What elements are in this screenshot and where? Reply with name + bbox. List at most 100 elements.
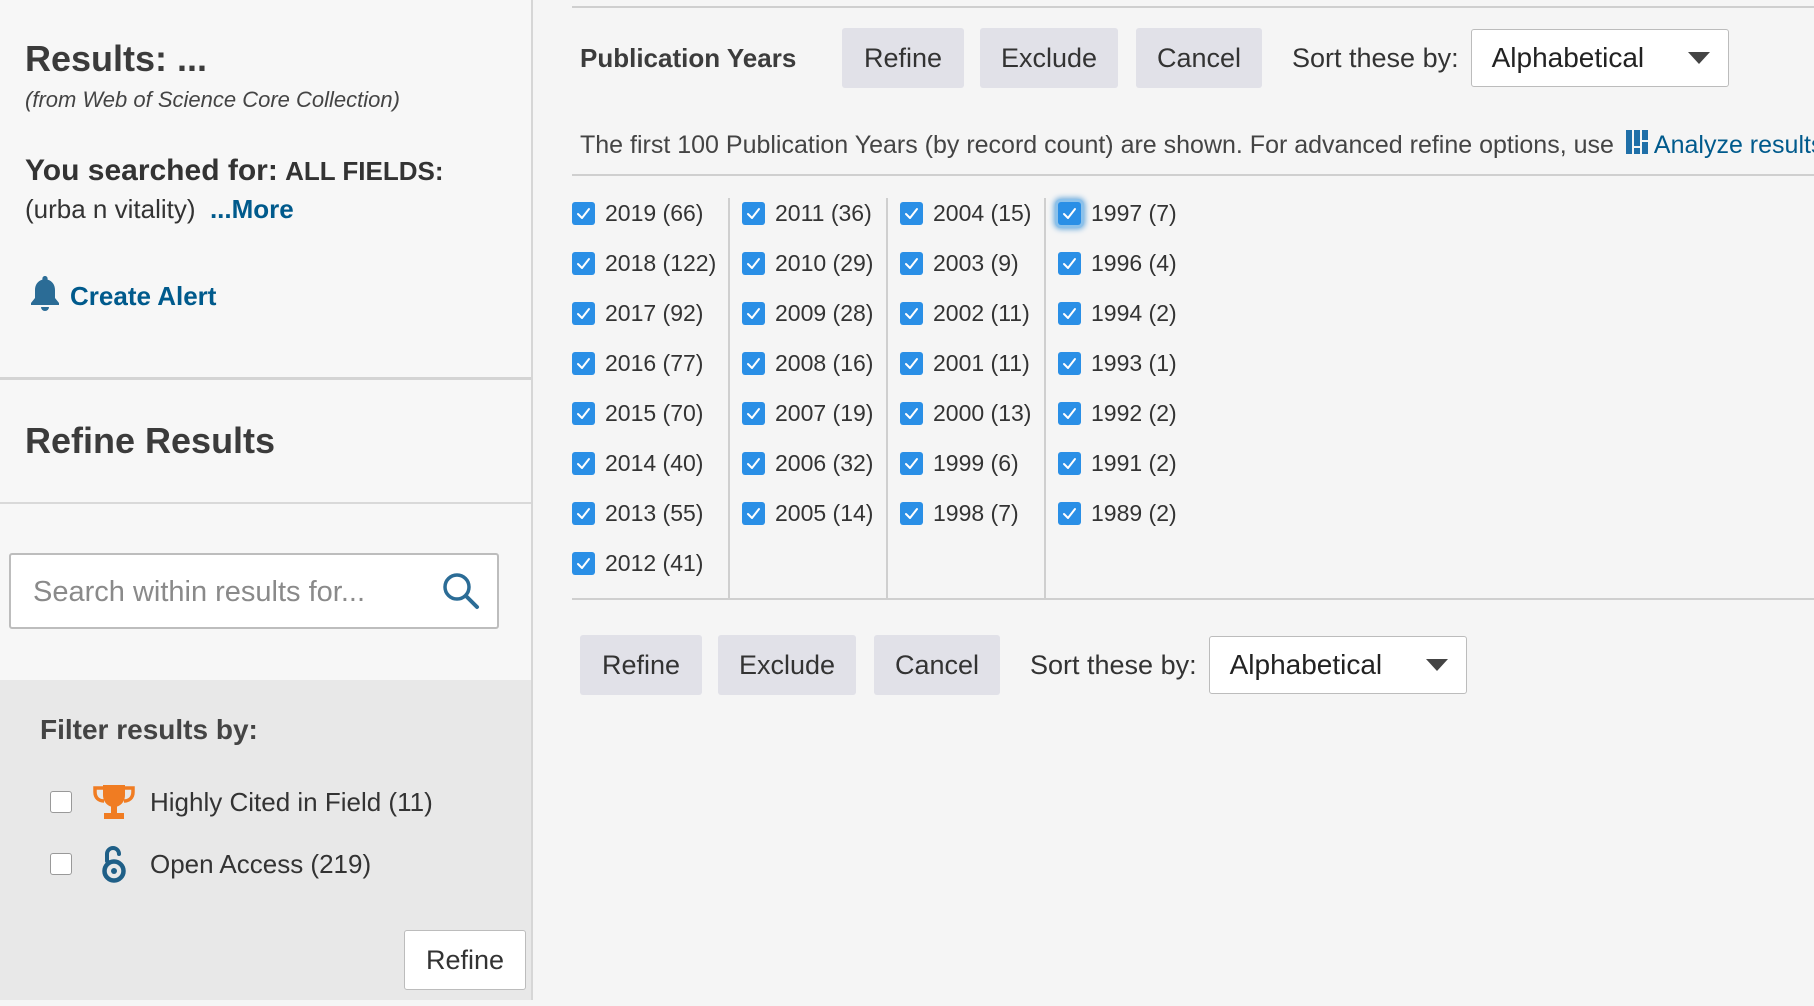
year-checkbox[interactable]	[900, 452, 923, 475]
bell-icon	[28, 274, 62, 319]
year-option[interactable]: 2011 (36)	[742, 200, 872, 227]
year-checkbox[interactable]	[1058, 402, 1081, 425]
year-checkbox[interactable]	[900, 252, 923, 275]
column-separator	[1044, 198, 1046, 598]
check-icon	[1063, 208, 1076, 219]
check-icon	[905, 458, 918, 469]
cancel-button[interactable]: Cancel	[874, 635, 1000, 695]
year-checkbox[interactable]	[742, 402, 765, 425]
year-option[interactable]: 2001 (11)	[900, 350, 1030, 377]
exclude-button[interactable]: Exclude	[718, 635, 856, 695]
year-option[interactable]: 2000 (13)	[900, 400, 1031, 427]
year-checkbox[interactable]	[572, 402, 595, 425]
year-checkbox[interactable]	[572, 552, 595, 575]
year-option[interactable]: 1999 (6)	[900, 450, 1019, 477]
refine-button[interactable]: Refine	[842, 28, 964, 88]
year-checkbox[interactable]	[1058, 302, 1081, 325]
year-option[interactable]: 1998 (7)	[900, 500, 1019, 527]
year-option[interactable]: 2019 (66)	[572, 200, 703, 227]
check-icon	[747, 258, 760, 269]
year-checkbox[interactable]	[900, 352, 923, 375]
sort-select[interactable]: Alphabetical	[1208, 636, 1467, 694]
year-option[interactable]: 2013 (55)	[572, 500, 703, 527]
sidebar-refine-button[interactable]: Refine	[404, 930, 526, 990]
year-checkbox[interactable]	[742, 302, 765, 325]
year-checkbox[interactable]	[900, 502, 923, 525]
year-option[interactable]: 1992 (2)	[1058, 400, 1177, 427]
year-checkbox[interactable]	[1058, 452, 1081, 475]
year-label: 2005 (14)	[775, 500, 874, 526]
year-option[interactable]: 1993 (1)	[1058, 350, 1177, 377]
year-checkbox[interactable]	[742, 202, 765, 225]
refine-button[interactable]: Refine	[580, 635, 702, 695]
year-checkbox[interactable]	[900, 302, 923, 325]
year-checkbox[interactable]	[1058, 252, 1081, 275]
search-icon[interactable]	[441, 571, 481, 616]
year-label: 2019 (66)	[605, 200, 704, 226]
year-checkbox[interactable]	[572, 252, 595, 275]
check-icon	[905, 258, 918, 269]
year-option[interactable]: 2012 (41)	[572, 550, 703, 577]
check-icon	[577, 258, 590, 269]
year-checkbox[interactable]	[572, 452, 595, 475]
year-option[interactable]: 2005 (14)	[742, 500, 873, 527]
year-checkbox[interactable]	[1058, 202, 1081, 225]
year-checkbox[interactable]	[900, 202, 923, 225]
year-label: 2002 (11)	[933, 300, 1030, 326]
filter-open-access[interactable]: Open Access (219)	[50, 844, 371, 884]
year-checkbox[interactable]	[742, 452, 765, 475]
year-checkbox[interactable]	[742, 252, 765, 275]
year-checkbox[interactable]	[572, 352, 595, 375]
create-alert-label: Create Alert	[70, 281, 217, 311]
year-option[interactable]: 1994 (2)	[1058, 300, 1177, 327]
year-checkbox[interactable]	[572, 302, 595, 325]
divider	[572, 6, 1814, 8]
year-option[interactable]: 2006 (32)	[742, 450, 873, 477]
year-label: 2012 (41)	[605, 550, 704, 576]
year-option[interactable]: 2004 (15)	[900, 200, 1031, 227]
year-label: 2011 (36)	[775, 200, 872, 226]
year-option[interactable]: 2007 (19)	[742, 400, 873, 427]
year-checkbox[interactable]	[742, 352, 765, 375]
check-icon	[577, 508, 590, 519]
more-link[interactable]: ...More	[210, 194, 294, 224]
year-option[interactable]: 2008 (16)	[742, 350, 873, 377]
open-access-icon	[90, 844, 138, 884]
year-checkbox[interactable]	[900, 402, 923, 425]
year-option[interactable]: 2015 (70)	[572, 400, 703, 427]
year-checkbox[interactable]	[1058, 352, 1081, 375]
year-option[interactable]: 2017 (92)	[572, 300, 703, 327]
year-option[interactable]: 1991 (2)	[1058, 450, 1177, 477]
year-option[interactable]: 1996 (4)	[1058, 250, 1177, 277]
year-label: 2001 (11)	[933, 350, 1030, 376]
year-label: 2018 (122)	[605, 250, 717, 276]
year-option[interactable]: 2003 (9)	[900, 250, 1019, 277]
year-option[interactable]: 1997 (7)	[1058, 200, 1177, 227]
open-access-checkbox[interactable]	[50, 853, 72, 875]
create-alert-link[interactable]: Create Alert	[28, 274, 216, 319]
filter-highly-cited[interactable]: Highly Cited in Field (11)	[50, 782, 433, 822]
year-option[interactable]: 2010 (29)	[742, 250, 873, 277]
cancel-button[interactable]: Cancel	[1136, 28, 1262, 88]
divider	[572, 174, 1814, 176]
year-option[interactable]: 1989 (2)	[1058, 500, 1177, 527]
year-checkbox[interactable]	[742, 502, 765, 525]
check-icon	[1063, 308, 1076, 319]
divider	[572, 598, 1814, 600]
year-checkbox[interactable]	[1058, 502, 1081, 525]
highly-cited-checkbox[interactable]	[50, 791, 72, 813]
exclude-button[interactable]: Exclude	[980, 28, 1118, 88]
year-option[interactable]: 2002 (11)	[900, 300, 1030, 327]
search-within-input[interactable]	[31, 571, 435, 613]
year-option[interactable]: 2016 (77)	[572, 350, 703, 377]
year-label: 1989 (2)	[1091, 500, 1177, 526]
year-label: 2006 (32)	[775, 450, 874, 476]
year-label: 1993 (1)	[1091, 350, 1177, 376]
year-option[interactable]: 2009 (28)	[742, 300, 873, 327]
year-option[interactable]: 2018 (122)	[572, 250, 716, 277]
sort-select[interactable]: Alphabetical	[1470, 29, 1729, 87]
analyze-results-link[interactable]: Analyze results	[1625, 130, 1814, 161]
year-checkbox[interactable]	[572, 502, 595, 525]
year-checkbox[interactable]	[572, 202, 595, 225]
year-option[interactable]: 2014 (40)	[572, 450, 703, 477]
